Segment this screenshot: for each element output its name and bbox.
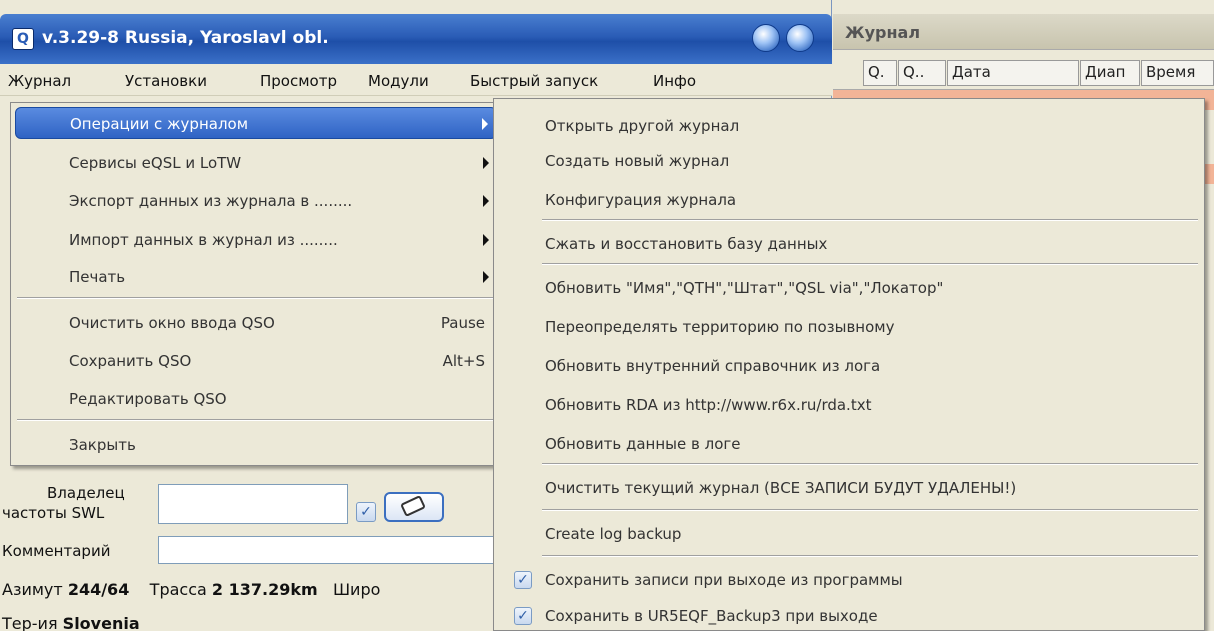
- menu-modules[interactable]: Модули: [368, 72, 429, 90]
- owner-checkbox[interactable]: ✓: [356, 502, 376, 522]
- menu-item-label: Закрыть: [69, 436, 136, 454]
- journal-menu: Операции с журналом Сервисы eQSL и LoTW …: [10, 102, 500, 466]
- menu-separator: [542, 555, 1198, 557]
- submenu-item-label: Создать новый журнал: [545, 152, 730, 170]
- log-operations-submenu: Открыть другой журнал Создать новый журн…: [493, 98, 1205, 631]
- menu-item-label: Печать: [69, 268, 126, 286]
- territory-label: Тер-ия: [2, 614, 58, 631]
- submenu-item-label: Обновить данные в логе: [545, 435, 741, 453]
- menu-separator: [542, 263, 1198, 265]
- territory-row: Тер-ия Slovenia: [2, 614, 140, 631]
- menu-item-label: Редактировать QSO: [69, 390, 227, 408]
- column-q2[interactable]: Q..: [898, 60, 946, 86]
- azimuth-row: Азимут 244/64 Трасса 2 137.29km Широ: [2, 580, 380, 599]
- submenu-arrow-icon: [483, 234, 489, 246]
- eraser-button[interactable]: [384, 492, 444, 522]
- menu-bar: Журнал Установки Просмотр Модули Быстрый…: [0, 64, 832, 96]
- submenu-item-label: Create log backup: [545, 525, 682, 543]
- submenu-item-label: Конфигурация журнала: [545, 191, 737, 209]
- submenu-item-update-log-data[interactable]: Обновить данные в логе: [498, 427, 1202, 461]
- column-band[interactable]: Диап: [1080, 60, 1140, 86]
- menu-item-import[interactable]: Импорт данных в журнал из ........: [15, 224, 497, 256]
- submenu-arrow-icon: [483, 195, 489, 207]
- submenu-item-label: Сохранить в UR5EQF_Backup3 при выходе: [545, 607, 878, 625]
- menu-info[interactable]: Инфо: [653, 72, 696, 90]
- submenu-arrow-icon: [483, 157, 489, 169]
- path-value: 2 137.29km: [211, 580, 318, 599]
- log-title-bar[interactable]: Журнал: [833, 14, 1214, 50]
- submenu-item-create-log[interactable]: Создать новый журнал: [498, 144, 1202, 178]
- menu-settings[interactable]: Установки: [125, 72, 207, 90]
- submenu-item-create-backup[interactable]: Create log backup: [498, 517, 1202, 551]
- maximize-button[interactable]: [786, 24, 814, 52]
- territory-value: Slovenia: [62, 614, 140, 631]
- azimuth-label: Азимут: [2, 580, 63, 599]
- owner-label: Владелец: [47, 484, 125, 502]
- path-label: Трасса: [149, 580, 207, 599]
- comment-input[interactable]: [158, 536, 498, 564]
- column-q1[interactable]: Q.: [863, 60, 897, 86]
- submenu-item-label: Сжать и восстановить базу данных: [545, 235, 828, 253]
- menu-item-label: Операции с журналом: [70, 115, 249, 133]
- latitude-label: Широ: [332, 580, 381, 599]
- checkmark-icon: ✓: [514, 607, 532, 625]
- comment-label: Комментарий: [2, 542, 111, 560]
- log-table-header: Q. Q.. Дата Диап Время: [833, 50, 1214, 90]
- menu-quick-launch[interactable]: Быстрый запуск: [470, 72, 598, 90]
- menu-item-close[interactable]: Закрыть: [15, 429, 497, 461]
- submenu-item-backup-on-exit[interactable]: ✓ Сохранить в UR5EQF_Backup3 при выходе: [498, 599, 1202, 631]
- submenu-item-label: Сохранить записи при выходе из программы: [545, 571, 903, 589]
- menu-item-label: Импорт данных в журнал из ........: [69, 231, 338, 249]
- column-time[interactable]: Время: [1141, 60, 1214, 86]
- menu-separator: [542, 219, 1198, 221]
- menu-item-label: Очистить окно ввода QSO: [69, 314, 275, 332]
- title-bar[interactable]: Q v.3.29-8 Russia, Yaroslavl obl.: [0, 14, 832, 64]
- submenu-item-save-on-exit[interactable]: ✓ Сохранить записи при выходе из програм…: [498, 563, 1202, 597]
- shortcut-label: Alt+S: [442, 352, 485, 370]
- submenu-item-label: Обновить RDA из http://www.r6x.ru/rda.tx…: [545, 396, 872, 414]
- menu-separator: [17, 419, 495, 421]
- menu-item-clear-qso[interactable]: Очистить окно ввода QSO Pause: [15, 307, 497, 339]
- submenu-item-update-reference[interactable]: Обновить внутренний справочник из лога: [498, 349, 1202, 383]
- owner-input[interactable]: [158, 484, 348, 524]
- menu-item-label: Сохранить QSO: [69, 352, 192, 370]
- submenu-item-clear-log[interactable]: Очистить текущий журнал (ВСЕ ЗАПИСИ БУДУ…: [498, 471, 1202, 505]
- checkmark-icon: ✓: [514, 571, 532, 589]
- column-date[interactable]: Дата: [947, 60, 1079, 86]
- menu-separator: [542, 463, 1198, 465]
- submenu-item-label: Обновить внутренний справочник из лога: [545, 357, 881, 375]
- log-window-title: Журнал: [845, 23, 921, 42]
- submenu-arrow-icon: [482, 118, 488, 130]
- submenu-item-compact-db[interactable]: Сжать и восстановить базу данных: [498, 227, 1202, 261]
- menu-item-eqsl-lotw[interactable]: Сервисы eQSL и LoTW: [15, 147, 497, 179]
- menu-item-export[interactable]: Экспорт данных из журнала в ........: [15, 185, 497, 217]
- submenu-item-label: Очистить текущий журнал (ВСЕ ЗАПИСИ БУДУ…: [545, 479, 1017, 497]
- eraser-icon: [400, 495, 426, 517]
- menu-journal[interactable]: Журнал: [8, 72, 71, 90]
- menu-item-log-operations[interactable]: Операции с журналом: [15, 107, 497, 139]
- minimize-button[interactable]: [752, 24, 780, 52]
- menu-item-edit-qso[interactable]: Редактировать QSO: [15, 383, 497, 415]
- window-title: v.3.29-8 Russia, Yaroslavl obl.: [42, 28, 329, 48]
- azimuth-value: 244/64: [67, 580, 130, 599]
- menu-separator: [17, 297, 495, 299]
- submenu-item-update-fields[interactable]: Обновить "Имя","QTH","Штат","QSL via","Л…: [498, 271, 1202, 305]
- submenu-item-open-log[interactable]: Открыть другой журнал: [498, 109, 1202, 143]
- submenu-item-redefine-territory[interactable]: Переопределять территорию по позывному: [498, 310, 1202, 344]
- menu-item-label: Сервисы eQSL и LoTW: [69, 154, 242, 172]
- submenu-item-log-config[interactable]: Конфигурация журнала: [498, 183, 1202, 217]
- swl-frequency-label: частоты SWL: [2, 504, 105, 522]
- submenu-item-label: Обновить "Имя","QTH","Штат","QSL via","Л…: [545, 279, 944, 297]
- submenu-item-label: Переопределять территорию по позывному: [545, 318, 895, 336]
- menu-item-label: Экспорт данных из журнала в ........: [69, 192, 353, 210]
- submenu-item-update-rda[interactable]: Обновить RDA из http://www.r6x.ru/rda.tx…: [498, 388, 1202, 422]
- menu-separator: [542, 509, 1198, 511]
- menu-view[interactable]: Просмотр: [260, 72, 337, 90]
- shortcut-label: Pause: [440, 314, 485, 332]
- app-icon: Q: [12, 28, 34, 50]
- menu-item-save-qso[interactable]: Сохранить QSO Alt+S: [15, 345, 497, 377]
- menu-item-print[interactable]: Печать: [15, 261, 497, 293]
- submenu-item-label: Открыть другой журнал: [545, 117, 740, 135]
- submenu-arrow-icon: [483, 271, 489, 283]
